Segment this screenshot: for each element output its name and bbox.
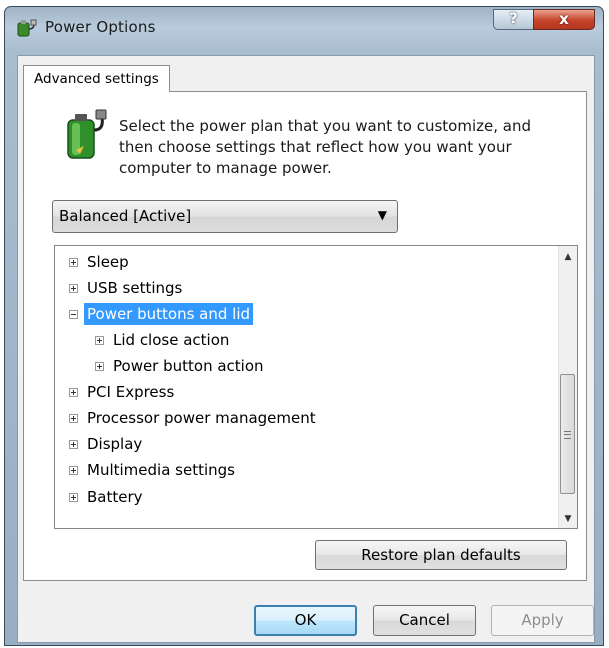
expand-icon[interactable]: [69, 387, 78, 397]
power-plan-selected-value: Balanced [Active]: [59, 207, 192, 225]
tree-item-label: Multimedia settings: [87, 461, 235, 479]
tree-item-label: Processor power management: [87, 409, 316, 427]
tree-item-display[interactable]: Display: [69, 433, 142, 455]
tree-item-label: Power buttons and lid: [84, 303, 254, 325]
title-bar[interactable]: Power Options ? x: [5, 7, 603, 47]
tab-advanced-settings[interactable]: Advanced settings: [23, 65, 170, 92]
expand-icon[interactable]: [69, 257, 78, 267]
chevron-down-icon: ▼: [377, 208, 387, 222]
tree-item-pci-express[interactable]: PCI Express: [69, 381, 174, 403]
power-plan-dropdown[interactable]: Balanced [Active] ▼: [52, 200, 398, 233]
ok-button[interactable]: OK: [254, 605, 357, 636]
help-icon: ?: [509, 11, 518, 27]
expand-icon[interactable]: [69, 439, 78, 449]
tree-item-sleep[interactable]: Sleep: [69, 251, 129, 273]
tree-item-multimedia-settings[interactable]: Multimedia settings: [69, 459, 235, 481]
apply-button[interactable]: Apply: [491, 605, 594, 636]
window-title: Power Options: [45, 18, 156, 36]
close-button[interactable]: x: [533, 9, 595, 30]
tree-item-label: Power button action: [113, 357, 264, 375]
tree-item-power-button-action[interactable]: Power button action: [95, 355, 264, 377]
tree-item-label: Lid close action: [113, 331, 230, 349]
tree-item-usb-settings[interactable]: USB settings: [69, 277, 182, 299]
tree-item-label: Battery: [87, 488, 143, 506]
dialog-client-area: Advanced settings Select the power plan …: [17, 55, 595, 643]
power-options-window: Power Options ? x Advanced settings Sele…: [4, 6, 604, 646]
tree-item-lid-close-action[interactable]: Lid close action: [95, 329, 229, 351]
battery-plug-icon: [67, 109, 107, 159]
description-text: Select the power plan that you want to c…: [119, 117, 531, 177]
tree-item-battery[interactable]: Battery: [69, 486, 143, 508]
tree-item-processor-power-management[interactable]: Processor power management: [69, 407, 316, 429]
expand-icon[interactable]: [69, 283, 78, 293]
tree-item-label: Display: [87, 435, 143, 453]
power-options-icon: [17, 19, 37, 37]
tree-item-label: Sleep: [87, 253, 129, 271]
restore-plan-defaults-button[interactable]: Restore plan defaults: [315, 540, 567, 570]
expand-icon[interactable]: [69, 413, 78, 423]
scroll-down-icon[interactable]: ▼: [559, 510, 577, 528]
scrollbar-thumb[interactable]: [560, 374, 575, 494]
tree-item-power-buttons-and-lid[interactable]: Power buttons and lid: [69, 303, 254, 325]
close-icon: x: [559, 10, 569, 28]
help-button[interactable]: ?: [493, 9, 533, 30]
grip-icon: [564, 431, 571, 439]
vertical-scrollbar[interactable]: ▲ ▼: [558, 246, 577, 528]
tree-item-label: USB settings: [87, 279, 183, 297]
cancel-button[interactable]: Cancel: [373, 605, 476, 636]
tree-item-label: PCI Express: [87, 383, 175, 401]
collapse-icon[interactable]: [69, 309, 78, 319]
expand-icon[interactable]: [69, 465, 78, 475]
expand-icon[interactable]: [95, 335, 104, 345]
scroll-up-icon[interactable]: ▲: [559, 248, 577, 266]
caption-buttons: ? x: [493, 9, 595, 31]
expand-icon[interactable]: [69, 492, 78, 502]
settings-tree[interactable]: Sleep USB settings Power buttons and lid…: [54, 245, 578, 529]
expand-icon[interactable]: [95, 361, 104, 371]
